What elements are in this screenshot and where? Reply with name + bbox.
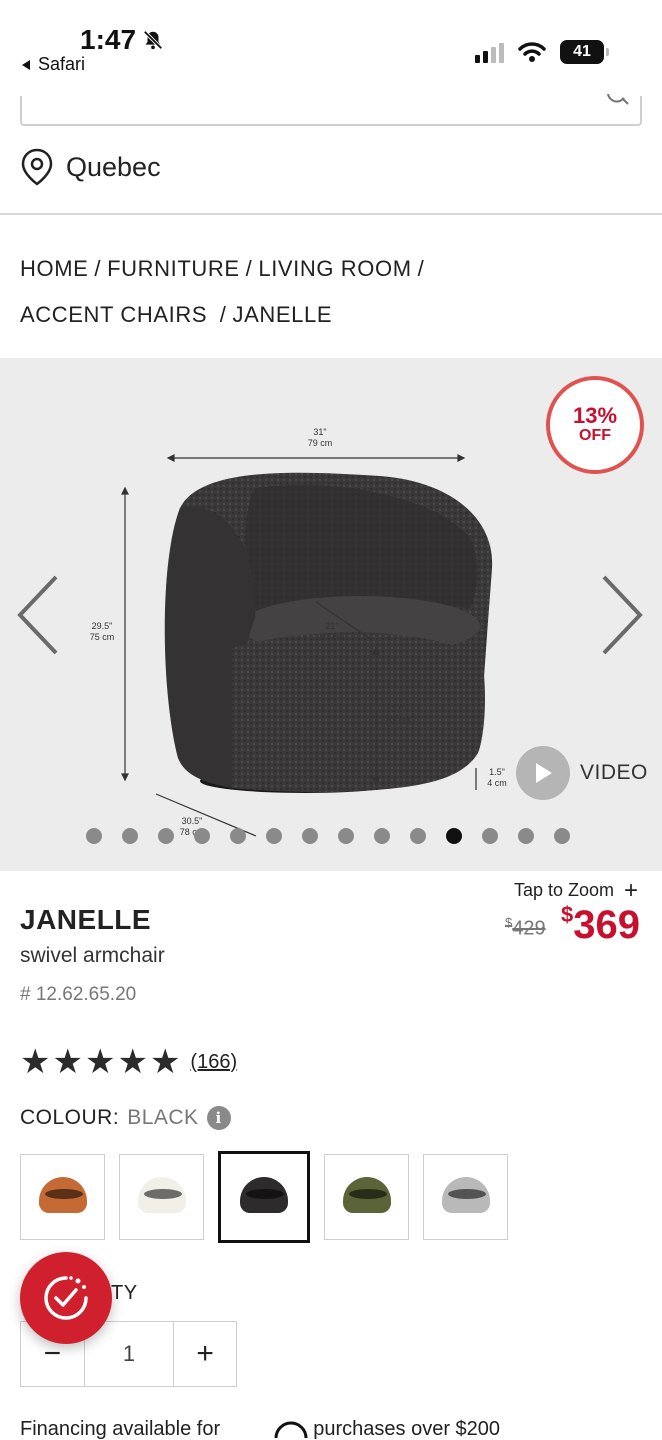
chair-thumbnail: [342, 1177, 391, 1217]
divider: [0, 213, 662, 215]
carousel-dot[interactable]: [230, 828, 246, 844]
store-location[interactable]: Quebec: [20, 148, 161, 186]
breadcrumb-accent-chairs[interactable]: ACCENT CHAIRS: [20, 302, 207, 327]
dim-seat-height: 17" 43 cm: [385, 704, 411, 725]
discount-off: OFF: [579, 427, 611, 444]
carousel-dot[interactable]: [482, 828, 498, 844]
carousel-dot[interactable]: [374, 828, 390, 844]
carousel-dot[interactable]: [518, 828, 534, 844]
next-image-arrow-icon[interactable]: [596, 573, 646, 657]
plus-icon: +: [623, 876, 638, 904]
dim-height: 29.5" 75 cm: [89, 621, 115, 642]
zoom-label: Tap to Zoom: [513, 880, 614, 900]
carousel-dot[interactable]: [122, 828, 138, 844]
back-app-label: Safari: [38, 54, 86, 74]
affirm-logo: [226, 1418, 308, 1440]
breadcrumb: HOME / FURNITURE / LIVING ROOM / ACCENT CHAIRS…: [20, 256, 425, 327]
search-input[interactable]: [20, 94, 642, 126]
carousel-dot[interactable]: [302, 828, 318, 844]
discount-badge: 13% OFF: [546, 376, 644, 474]
carousel-dot[interactable]: [158, 828, 174, 844]
search-icon[interactable]: [604, 94, 630, 108]
colour-row: COLOUR: BLACK i: [20, 1106, 231, 1130]
bell-slash-icon: [143, 30, 163, 50]
rating[interactable]: ★ ★ ★ ★ ★ (166): [20, 1045, 237, 1079]
star-icon: ★: [117, 1043, 148, 1081]
colour-label: COLOUR:: [20, 1106, 120, 1129]
star-icon: ★: [20, 1043, 51, 1081]
rewards-floating-button[interactable]: [20, 1252, 112, 1344]
colour-swatch[interactable]: [20, 1154, 105, 1240]
chair-thumbnail: [137, 1177, 186, 1217]
carousel-dot[interactable]: [446, 828, 462, 844]
location-pin-icon: [21, 148, 53, 186]
wifi-icon: [518, 42, 546, 62]
breadcrumb-current: JANELLE: [232, 302, 333, 327]
colour-swatch[interactable]: [324, 1154, 409, 1240]
status-time: 1:47: [80, 24, 164, 56]
carousel-dot[interactable]: [554, 828, 570, 844]
video-label: VIDEO: [580, 761, 648, 784]
chair-thumbnail: [240, 1177, 288, 1217]
colour-swatches: [20, 1151, 508, 1243]
cellular-signal-icon: [475, 41, 504, 63]
dim-base: 1.5" 4 cm: [487, 767, 507, 788]
product-name: JANELLE: [20, 904, 152, 935]
previous-image-arrow-icon[interactable]: [14, 573, 64, 657]
tap-to-zoom[interactable]: Tap to Zoom +: [513, 876, 638, 904]
sale-price: $369: [561, 902, 640, 947]
colour-value: BLACK: [127, 1106, 199, 1129]
star-icon: ★: [84, 1043, 116, 1081]
battery-icon: 41: [560, 40, 609, 64]
info-icon[interactable]: i: [206, 1106, 231, 1130]
discount-percent: 13%: [572, 403, 618, 428]
original-price: $429: [505, 915, 546, 940]
product-sku: # 12.62.65.20: [20, 984, 137, 1005]
breadcrumb-furniture[interactable]: FURNITURE: [107, 256, 240, 281]
rewards-icon: [44, 1276, 88, 1320]
location-label: Quebec: [66, 151, 161, 182]
product-gallery[interactable]: 31" 79 cm 29.5" 75 cm 21" 53 cm 17" 43 cm 1.…: [0, 358, 662, 871]
carousel-dots: [86, 828, 570, 844]
carousel-dot[interactable]: [338, 828, 354, 844]
star-icon: ★: [52, 1043, 83, 1081]
carousel-dot[interactable]: [410, 828, 426, 844]
back-to-safari[interactable]: Safari: [20, 54, 85, 75]
play-icon: [516, 746, 570, 800]
dim-seat-depth: 21" 53 cm: [319, 621, 345, 642]
star-icon: ★: [149, 1043, 181, 1081]
dim-width: 31" 79 cm: [307, 427, 333, 448]
carousel-dot[interactable]: [266, 828, 282, 844]
back-triangle-icon: [22, 59, 30, 70]
status-bar: 1:47 Safari 41: [0, 0, 662, 96]
video-button[interactable]: VIDEO: [516, 746, 648, 800]
chair-thumbnail: [38, 1177, 87, 1217]
financing-message: Financing available for purchases over $…: [20, 1418, 501, 1440]
clock: 1:47: [80, 24, 137, 55]
breadcrumb-living-room[interactable]: LIVING ROOM: [258, 256, 411, 281]
carousel-dot[interactable]: [194, 828, 210, 844]
review-count-link[interactable]: (166): [190, 1051, 237, 1074]
quantity-input[interactable]: 1: [85, 1322, 175, 1386]
colour-swatch[interactable]: [218, 1151, 310, 1243]
product-subtitle: swivel armchair: [20, 944, 165, 967]
status-indicators: 41: [475, 40, 609, 64]
breadcrumb-home[interactable]: HOME: [20, 256, 88, 281]
carousel-dot[interactable]: [86, 828, 102, 844]
chair-thumbnail: [441, 1177, 490, 1217]
colour-swatch[interactable]: [119, 1154, 204, 1240]
colour-swatch[interactable]: [423, 1154, 508, 1240]
increase-quantity-button[interactable]: +: [174, 1322, 236, 1386]
